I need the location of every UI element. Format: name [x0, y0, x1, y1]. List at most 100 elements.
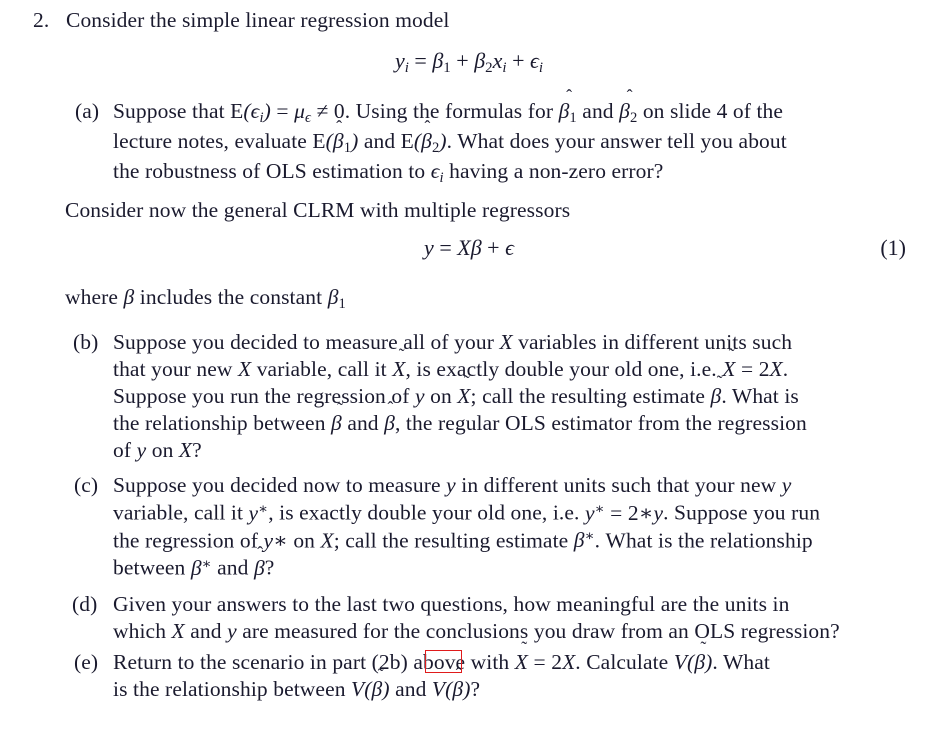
part-b-line4-pre: the relationship between: [113, 411, 332, 435]
part-d-line-1: Given your answers to the last two quest…: [113, 592, 790, 616]
part-e-label: (e): [74, 650, 99, 674]
part-a-line-2: lecture notes, evaluate E(β̂ 1) and E(β̂ 2…: [113, 116, 787, 157]
part-c-label: (c): [74, 473, 99, 497]
part-b-line3-post: . What is: [721, 384, 799, 408]
part-c-X-1: X: [320, 528, 334, 553]
where-pre: where: [65, 285, 124, 309]
part-a-line1-post: on slide 4 of the: [637, 99, 784, 123]
document-page: 2. Consider the simple linear regression…: [0, 0, 938, 744]
part-b-line4-post: , the regular OLS estimator from the reg…: [394, 411, 807, 435]
part-a-math-beta2-hat: β̂ 2: [619, 86, 638, 127]
part-b-line-5: of y on X?: [113, 438, 807, 463]
part-c-line3-pre: the regression of: [113, 528, 264, 553]
part-b-line-2: that your new X variable, call it X̃, is…: [113, 345, 807, 382]
part-e-line1-post: . What: [712, 650, 770, 674]
part-d-line2-and: and: [184, 619, 228, 643]
part-c-line3-mid1: on: [287, 528, 321, 553]
part-c-line1-pre: Suppose you decided now to measure: [113, 473, 447, 497]
part-b-line1-pre: Suppose you decided to measure all of yo…: [113, 330, 500, 354]
part-b-X-2: X: [238, 357, 252, 381]
part-e-eq-Xtilde-2X: X̃ = 2X: [514, 638, 576, 674]
display-equation-2: y = Xβ + ϵ: [0, 235, 938, 261]
question-stem: Consider the simple linear regression mo…: [66, 8, 450, 32]
part-b-line4-and: and: [341, 411, 385, 435]
part-b-eq-Xtilde-2X: X̃ = 2X: [722, 345, 783, 381]
part-c-line2-pre: variable, call it: [113, 500, 249, 525]
part-e-reference-2b[interactable]: (2b): [372, 650, 408, 674]
display-equation-1: yi = β1 + β2xi + ϵi: [0, 48, 938, 77]
part-b-line3-mid2: ; call the resulting estimate: [470, 384, 711, 408]
part-c-line1-mid: in different units such that your new: [455, 473, 782, 497]
part-b-line5-mid: on: [146, 438, 179, 462]
part-b-line3-mid1: on: [424, 384, 458, 408]
part-e-line1-mid2: . Calculate: [575, 650, 674, 674]
part-b-line5-post: ?: [192, 438, 202, 462]
part-d-X-1: X: [171, 619, 185, 643]
part-c-y-star-1: y∗: [248, 500, 269, 525]
equation-2-number: (1): [880, 235, 906, 260]
part-a-line-3: the robustness of OLS estimation to ϵi h…: [113, 159, 787, 187]
part-a-math-beta1-hat: β̂ 1: [558, 86, 577, 127]
part-a-math-eps-i: ϵi: [430, 159, 444, 187]
equation-2-body: y = Xβ + ϵ: [424, 235, 514, 260]
part-c-y-2: y: [781, 473, 792, 497]
part-e-line2-post: ?: [470, 677, 481, 701]
part-c-beta-star-2: β∗: [190, 555, 212, 580]
part-c-line-4: between β∗ and β̂?: [113, 543, 820, 581]
part-c-line4-pre: between: [113, 555, 191, 580]
part-a-body: Suppose that E(ϵi) = μϵ ≠ 0. Using the f…: [113, 86, 787, 187]
part-a-line2-and: and: [358, 129, 401, 154]
part-b-label: (b): [73, 330, 99, 354]
part-b-beta-hat-1: β̂: [384, 398, 395, 435]
part-e-line1-pre: Return to the scenario in part: [113, 650, 372, 674]
where-beta-1: β1: [327, 285, 346, 313]
part-c-body: Suppose you decided now to measure y in …: [113, 473, 820, 581]
part-d-y-1: y: [227, 619, 237, 643]
part-a-line1-pre: Suppose that: [113, 99, 231, 123]
part-b-X-1: X: [499, 330, 513, 354]
part-a-line3-pre: the robustness of OLS estimation to: [113, 159, 431, 184]
part-b-y-2: y: [136, 438, 147, 462]
part-a-line3-post: having a non-zero error?: [443, 159, 664, 184]
part-b-X-tilde-2: X̃: [457, 372, 471, 408]
question-number: 2.: [33, 8, 50, 32]
part-e-line-2: is the relationship between V(β̃) and V(…: [113, 664, 770, 702]
part-a-math-E-beta2hat: E(β̂ 2): [400, 116, 447, 157]
part-e-V-beta-tilde-1: V(β̃): [673, 638, 713, 674]
part-e-line2-and: and: [389, 677, 432, 701]
part-e-V-beta-hat: V(β̂): [431, 664, 471, 701]
part-c-line2-mid: , is exactly double your old one, i.e.: [268, 500, 585, 525]
part-e-V-beta-tilde-2: V(β̃): [351, 665, 390, 701]
part-d-body: Given your answers to the last two quest…: [113, 592, 840, 644]
part-b-X-3: X: [178, 438, 193, 462]
part-b-line2-mid1: variable, call it: [251, 357, 393, 381]
part-d-label: (d): [72, 592, 98, 616]
part-b-line5-pre: of: [113, 438, 137, 462]
part-c-y-star-2: y∗: [263, 528, 288, 553]
part-b-y-1: y: [414, 384, 425, 408]
part-c-line2-post: . Suppose you run: [663, 500, 821, 525]
part-b-line2-mid2: , is exactly double your old one, i.e.: [405, 357, 723, 381]
part-e-line-1: Return to the scenario in part (2b) abov…: [113, 638, 770, 675]
part-a-line2-post: . What does your answer tell you about: [446, 129, 787, 154]
part-d-line-2: which X and y are measured for the concl…: [113, 619, 840, 644]
part-a-line2-pre: lecture notes, evaluate: [113, 129, 313, 154]
part-b-line2-pre: that your new: [113, 357, 238, 381]
equation-1-body: yi = β1 + β2xi + ϵi: [394, 48, 544, 77]
part-a-line1-and: and: [576, 99, 620, 123]
part-b-X-tilde-1: X̃: [392, 345, 406, 381]
part-c-eq-ystar-2y: y∗ = 2∗y: [584, 500, 664, 525]
part-b-line-3: Suppose you run the regression of y on X…: [113, 372, 807, 409]
part-c-y-1: y: [446, 473, 456, 497]
part-a-line-1: Suppose that E(ϵi) = μϵ ≠ 0. Using the f…: [113, 86, 787, 127]
part-a-line1-mid: . Using the formulas for: [344, 99, 559, 123]
part-a-math-E-beta1hat: E(β̂ 1): [312, 116, 359, 157]
part-c-line-1: Suppose you decided now to measure y in …: [113, 473, 820, 498]
part-b-line1-post: variables in different units such: [512, 330, 793, 354]
part-c-line4-and: and: [211, 555, 254, 580]
part-b-line3-pre: Suppose you run the regression of: [113, 384, 415, 408]
part-c-beta-hat-1: β̂: [253, 543, 265, 580]
part-b-beta-tilde-2: β̃: [331, 399, 342, 435]
part-c-beta-star-1: β∗: [573, 528, 595, 553]
part-a-label: (a): [75, 99, 100, 123]
